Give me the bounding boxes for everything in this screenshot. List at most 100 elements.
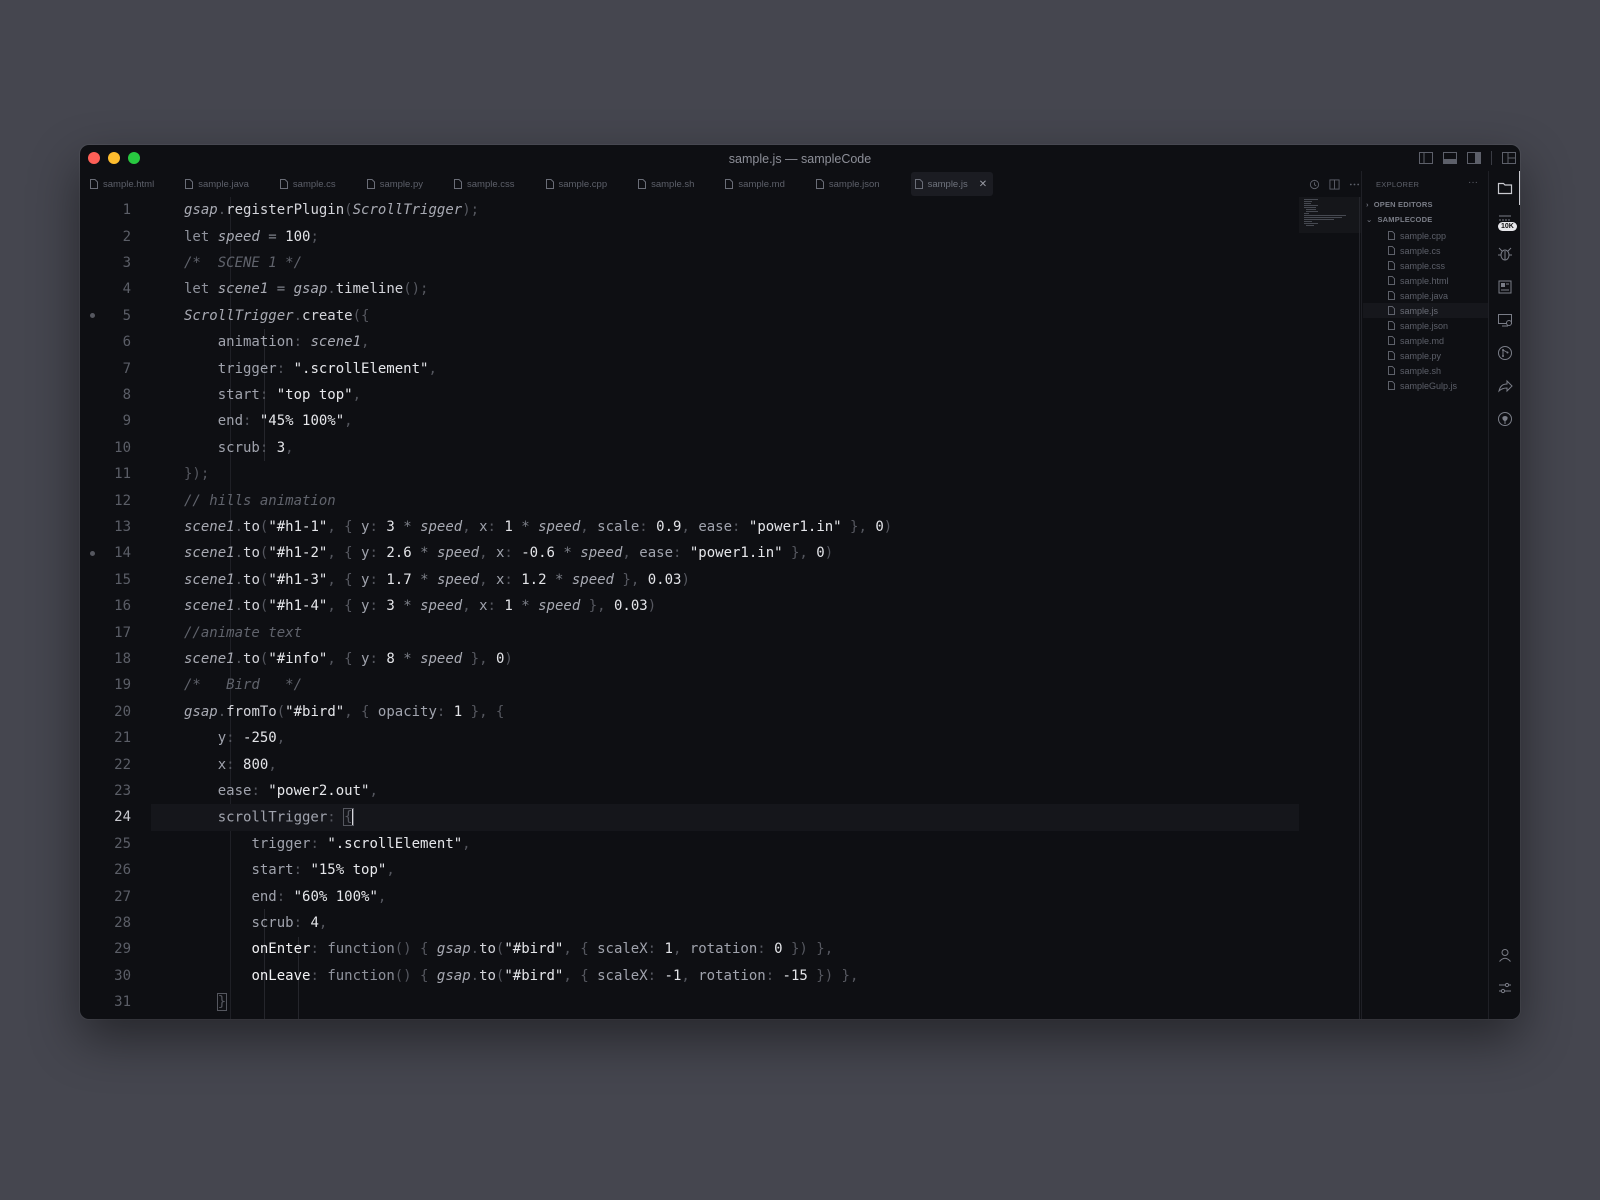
file-item[interactable]: sample.java [1388,288,1448,303]
code-text: scrub: 4, [251,914,328,931]
minimap[interactable] [1302,197,1362,237]
file-label: sample.md [1400,335,1445,346]
file-item[interactable]: sample.py [1388,348,1441,363]
section-label: SAMPLECODE [1377,215,1433,224]
chevron-down-icon: ⌄ [1366,215,1373,224]
file-item[interactable]: sample.cpp [1388,228,1446,243]
file-item-selected[interactable]: sample.js [1388,303,1438,318]
explorer-title: EXPLORER [1376,180,1420,189]
file-item[interactable]: sample.md [1388,333,1444,348]
tab-label: sample.html [103,178,155,190]
file-icon [1388,381,1395,390]
editor-actions [1309,171,1360,197]
file-item[interactable]: sample.css [1388,258,1445,273]
tab-label: sample.java [198,178,249,190]
code-line: 10 scrub: 3, [80,435,1299,461]
code-line: 16 scene1.to("#h1-4", { y: 3 * speed, x: … [80,593,1299,619]
code-editor[interactable]: 1 gsap.registerPlugin(ScrollTrigger); 2 le… [80,197,1359,1019]
git-icon[interactable] [1497,345,1513,361]
line-number: 1 [122,202,131,219]
current-code-line: 24 scrollTrigger: { [114,804,1299,831]
tab-sample-html[interactable]: sample.html [86,172,164,196]
active-view-indicator [1519,171,1520,205]
remote-icon[interactable] [1497,312,1513,328]
account-icon[interactable] [1497,947,1513,963]
file-icon [545,179,554,189]
timeline-icon[interactable] [1309,179,1320,190]
tab-sample-sh[interactable]: sample.sh [634,172,704,196]
tab-sample-java[interactable]: sample.java [181,172,259,196]
code-line: 11}); [80,461,1299,487]
line-number: 3 [122,254,131,271]
tab-sample-cs[interactable]: sample.cs [276,172,346,196]
file-icon [1388,336,1395,345]
file-label: sample.css [1400,260,1446,271]
file-icon [1388,321,1395,330]
toggle-panel-icon[interactable] [1443,152,1457,164]
image-icon[interactable] [1497,279,1513,295]
code-line: 19 /* Bird */ [80,672,1299,698]
file-icon [1388,306,1395,315]
code-text: gsap.registerPlugin(ScrollTrigger); [184,202,480,219]
file-item[interactable]: sample.sh [1388,363,1441,378]
tab-sample-py[interactable]: sample.py [363,172,433,196]
tab-sample-cpp[interactable]: sample.cpp [542,172,618,196]
chevron-right-icon: › [1366,200,1369,209]
line-number: 4 [122,281,131,298]
code-line: 17 //animate text [80,619,1299,645]
files-icon[interactable] [1497,180,1513,196]
tab-sample-md[interactable]: sample.md [721,172,794,196]
line-number: 18 [114,650,131,667]
close-tab-icon[interactable]: ✕ [979,179,987,190]
breakpoint-dot[interactable] [90,550,95,556]
customize-layout-icon[interactable] [1502,152,1516,164]
file-item[interactable]: sampleGulp.js [1388,378,1457,393]
line-number: 10 [114,439,131,456]
file-label: sampleGulp.js [1400,380,1458,391]
toggle-primary-sidebar-icon[interactable] [1419,152,1433,164]
code-line: 22 x: 800, [80,751,1299,777]
code-line: 21 y: -250, [80,725,1299,751]
explorer-more-button[interactable]: ··· [1468,177,1478,188]
code-text: /* SCENE 1 */ [184,254,303,271]
file-item[interactable]: sample.html [1388,273,1449,288]
file-icon [366,179,375,189]
code-text: ScrollTrigger.create({ [184,307,370,324]
tab-sample-json[interactable]: sample.json [812,172,890,196]
code-text: start: "top top", [217,386,362,403]
file-icon [1388,366,1395,375]
more-actions-icon[interactable] [1349,179,1360,190]
file-label: sample.html [1400,275,1449,286]
tab-sample-css[interactable]: sample.css [450,172,525,196]
settings-icon[interactable] [1497,980,1513,996]
line-number: 6 [122,334,131,351]
code-text: ease: "power2.out", [217,782,378,799]
share-icon[interactable] [1497,378,1513,394]
code-text: onEnter: function() { gsap.to("#bird", {… [251,941,834,958]
code-text: //animate text [184,624,303,641]
code-text: trigger: ".scrollElement", [217,360,437,377]
toggle-secondary-sidebar-icon[interactable] [1467,152,1481,164]
file-label: sample.json [1400,320,1449,331]
code-text: onLeave: function() { gsap.to("#bird", {… [251,967,859,984]
code-line: 26 start: "15% top", [80,857,1299,883]
tab-sample-js[interactable]: sample.js ✕ [910,172,994,196]
file-item[interactable]: sample.json [1388,318,1448,333]
code-text: y: -250, [217,730,286,747]
file-icon [1388,246,1395,255]
code-line: 14 scene1.to("#h1-2", { y: 2.6 * speed, x… [80,540,1299,566]
editor-scrollbar-track[interactable] [1359,197,1360,1019]
bug-icon[interactable] [1497,246,1513,262]
line-number: 24 [114,809,131,826]
open-editors-section[interactable]: › OPEN EDITORS [1366,200,1433,209]
code-text: // hills animation [184,492,336,509]
code-line: 27 end: "60% 100%", [80,883,1299,909]
file-label: sample.java [1400,290,1449,301]
github-icon[interactable] [1497,411,1513,427]
file-item[interactable]: sample.cs [1388,243,1441,258]
code-text: x: 800, [217,756,277,773]
split-editor-icon[interactable] [1329,178,1340,190]
code-line: 13 scene1.to("#h1-1", { y: 3 * speed, x: … [80,514,1299,540]
folder-section[interactable]: ⌄ SAMPLECODE [1366,215,1432,224]
file-icon [185,179,194,189]
